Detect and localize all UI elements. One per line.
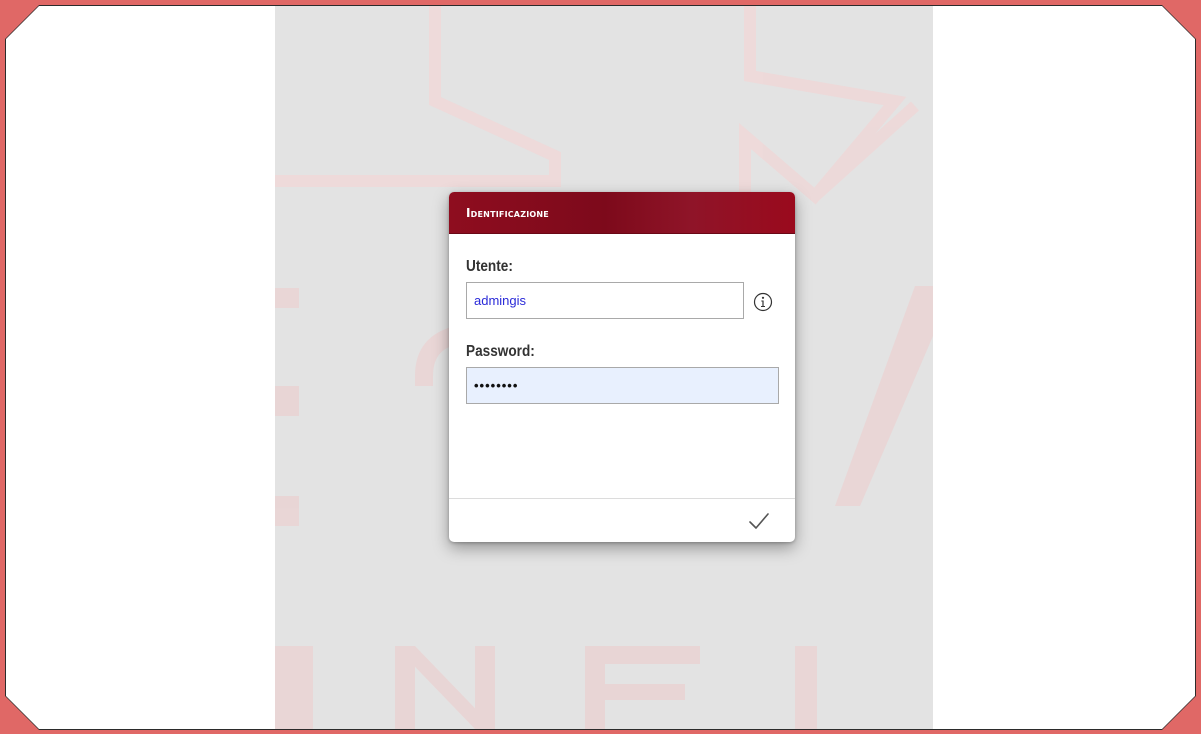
- user-input[interactable]: admingis: [466, 282, 744, 319]
- confirm-button[interactable]: [746, 509, 772, 533]
- dialog-header: Identificazione: [449, 192, 795, 234]
- password-input[interactable]: ••••••••: [466, 367, 779, 404]
- password-label: Password:: [466, 343, 535, 360]
- login-dialog: Identificazione Utente: admingis Passwor…: [449, 192, 795, 542]
- dialog-title: Identificazione: [466, 205, 549, 220]
- checkmark-icon: [750, 514, 768, 528]
- viewport: Identificazione Utente: admingis Passwor…: [6, 6, 1195, 729]
- user-input-value: admingis: [474, 293, 527, 308]
- password-input-value: ••••••••: [474, 378, 519, 393]
- info-circle-icon[interactable]: [753, 292, 773, 312]
- footer-divider: [449, 498, 795, 499]
- user-label: Utente:: [466, 258, 513, 275]
